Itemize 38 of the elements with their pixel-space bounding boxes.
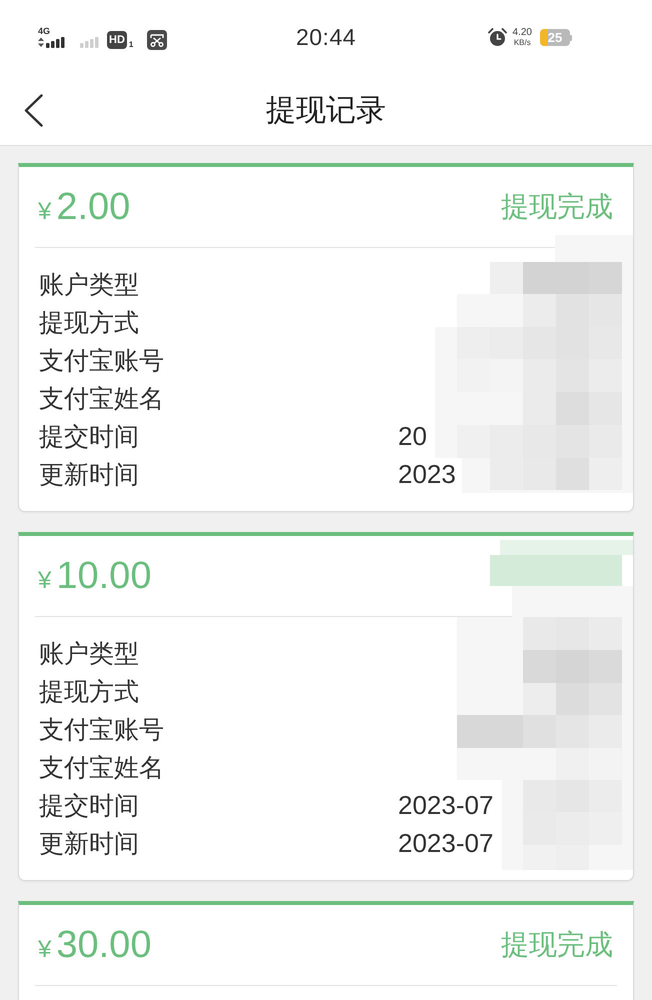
status-text: 提现完成 [501, 190, 613, 224]
signal-icon [38, 37, 66, 48]
field-label: 支付宝姓名 [39, 384, 164, 414]
field-label: 支付宝账号 [39, 346, 164, 376]
field-label: 支付宝账号 [39, 714, 164, 746]
sim-slot-text: 1 [128, 40, 134, 49]
field-label: 提现方式 [39, 308, 139, 338]
network-speed-value: 4.20 [512, 28, 532, 38]
back-icon [24, 94, 43, 126]
field-label: 提现方式 [39, 676, 139, 708]
field-value: 20 [398, 420, 427, 452]
signal-icon [80, 37, 100, 48]
field-label: 更新时间 [39, 460, 139, 490]
hd-badge: HD [107, 30, 127, 48]
field-label: 支付宝姓名 [39, 752, 164, 784]
field-label: 提交时间 [39, 422, 139, 452]
currency-symbol: ¥ [38, 936, 52, 964]
back-button[interactable] [24, 94, 43, 126]
network-type-text: 4G [38, 27, 50, 36]
network-speed-unit: KB/s [514, 39, 531, 47]
field-value: 2023 [398, 458, 456, 490]
alarm-clock-icon [488, 28, 507, 47]
clock-time: 20:44 [296, 24, 356, 51]
field-label: 更新时间 [39, 828, 139, 860]
scissors-icon [147, 30, 168, 50]
amount-text: 30.00 [56, 924, 152, 966]
field-value: 2023-07 [398, 828, 494, 858]
battery-indicator: 25 [540, 29, 572, 46]
status-text: 提现完成 [501, 928, 613, 962]
field-label: 账户类型 [39, 270, 139, 300]
field-label: 提交时间 [39, 790, 139, 822]
field-value: 2023-07 [398, 790, 494, 820]
currency-symbol: ¥ [38, 566, 52, 594]
currency-symbol: ¥ [38, 198, 52, 226]
amount-text: 10.00 [56, 554, 152, 598]
field-label: 账户类型 [39, 638, 139, 670]
amount-text: 2.00 [56, 186, 130, 228]
page-title: 提现记录 [266, 92, 386, 128]
